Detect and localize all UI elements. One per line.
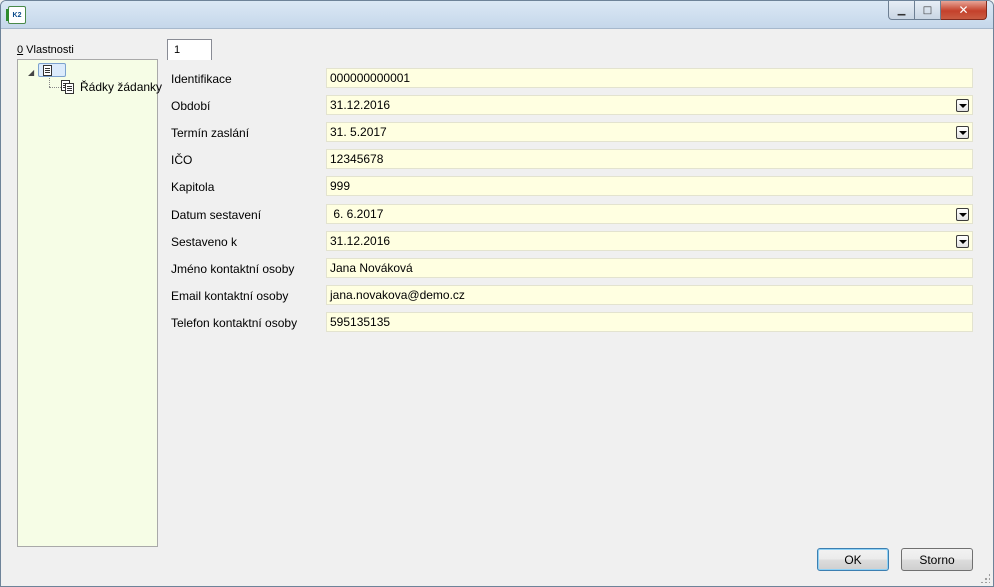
text-field[interactable]: 595135135 — [326, 312, 973, 332]
close-icon: ✕ — [958, 3, 969, 17]
properties-panel-label: 0 Vlastnosti — [17, 44, 74, 56]
field-label: Datum sestavení — [171, 208, 262, 222]
maximize-icon: □ — [922, 4, 933, 16]
form-row: Období 31.12.2016 — [171, 95, 973, 115]
field-label: Jméno kontaktní osoby — [171, 262, 295, 276]
dialog-window: K2 ▁ □ ✕ 0 Vlastnosti ◢ Řádky žádanky 1 … — [0, 0, 994, 587]
field-label: IČO — [171, 153, 193, 167]
form-row: Jméno kontaktní osoby Jana Nováková — [171, 258, 973, 278]
tree-expand-icon[interactable]: ◢ — [28, 68, 34, 77]
text-field[interactable]: 12345678 — [326, 149, 973, 169]
tab-1[interactable]: 1 — [167, 39, 212, 60]
text-field[interactable]: 000000000001 — [326, 68, 973, 88]
date-field[interactable]: 6. 6.2017 — [326, 204, 973, 224]
field-value: Jana Nováková — [330, 261, 413, 275]
field-label: Termín zaslání — [171, 126, 250, 140]
form-row: Sestaveno k 31.12.2016 — [171, 231, 973, 251]
form-row: Datum sestavení 6. 6.2017 — [171, 204, 973, 224]
maximize-button[interactable]: □ — [915, 1, 941, 20]
title-bar[interactable]: K2 ▁ □ ✕ — [1, 1, 993, 29]
field-label: Sestaveno k — [171, 235, 238, 249]
properties-label-text: Vlastnosti — [23, 44, 74, 56]
chevron-down-icon[interactable] — [956, 99, 969, 112]
properties-tree[interactable]: ◢ Řádky žádanky — [17, 59, 162, 547]
field-value: 31. 5.2017 — [330, 125, 387, 139]
form-row: IČO 12345678 — [171, 149, 973, 169]
minimize-icon: ▁ — [897, 4, 906, 16]
resize-grip[interactable] — [980, 573, 990, 583]
field-value: 6. 6.2017 — [330, 207, 384, 221]
multi-document-icon — [61, 80, 75, 94]
field-label: Telefon kontaktní osoby — [171, 316, 298, 330]
cancel-button[interactable]: Storno — [901, 548, 973, 571]
form-row: Telefon kontaktní osoby 595135135 — [171, 312, 973, 332]
app-icon: K2 — [6, 6, 26, 24]
date-field[interactable]: 31.12.2016 — [326, 95, 973, 115]
text-field[interactable]: Jana Nováková — [326, 258, 973, 278]
tree-connector — [49, 87, 61, 88]
field-label: Identifikace — [171, 72, 232, 86]
field-value: jana.novakova@demo.cz — [330, 288, 465, 302]
form-row: Identifikace 000000000001 — [171, 68, 973, 88]
document-icon — [43, 65, 52, 76]
date-field[interactable]: 31. 5.2017 — [326, 122, 973, 142]
field-value: 31.12.2016 — [330, 98, 391, 112]
document-icon — [65, 83, 74, 94]
minimize-button[interactable]: ▁ — [888, 1, 915, 20]
form-row: Email kontaktní osoby jana.novakova@demo.… — [171, 285, 973, 305]
field-label: Kapitola — [171, 180, 215, 194]
tree-connector — [49, 78, 50, 87]
field-label: Email kontaktní osoby — [171, 289, 289, 303]
close-button[interactable]: ✕ — [941, 1, 987, 20]
date-field[interactable]: 31.12.2016 — [326, 231, 973, 251]
field-value: 999 — [330, 179, 351, 193]
ok-button[interactable]: OK — [817, 548, 889, 571]
field-value: 595135135 — [330, 315, 391, 329]
field-label: Období — [171, 99, 211, 113]
text-field[interactable]: 999 — [326, 176, 973, 196]
window-controls: ▁ □ ✕ — [888, 1, 987, 21]
field-value: 12345678 — [330, 152, 384, 166]
chevron-down-icon[interactable] — [956, 208, 969, 221]
form-row: Termín zaslání 31. 5.2017 — [171, 122, 973, 142]
tree-node-request-rows[interactable]: Řádky žádanky — [80, 80, 162, 94]
chevron-down-icon[interactable] — [956, 126, 969, 139]
text-field[interactable]: jana.novakova@demo.cz — [326, 285, 973, 305]
tree-root-node[interactable] — [38, 63, 66, 77]
field-value: 000000000001 — [330, 71, 411, 85]
chevron-down-icon[interactable] — [956, 235, 969, 248]
field-value: 31.12.2016 — [330, 234, 391, 248]
form-row: Kapitola 999 — [171, 176, 973, 196]
